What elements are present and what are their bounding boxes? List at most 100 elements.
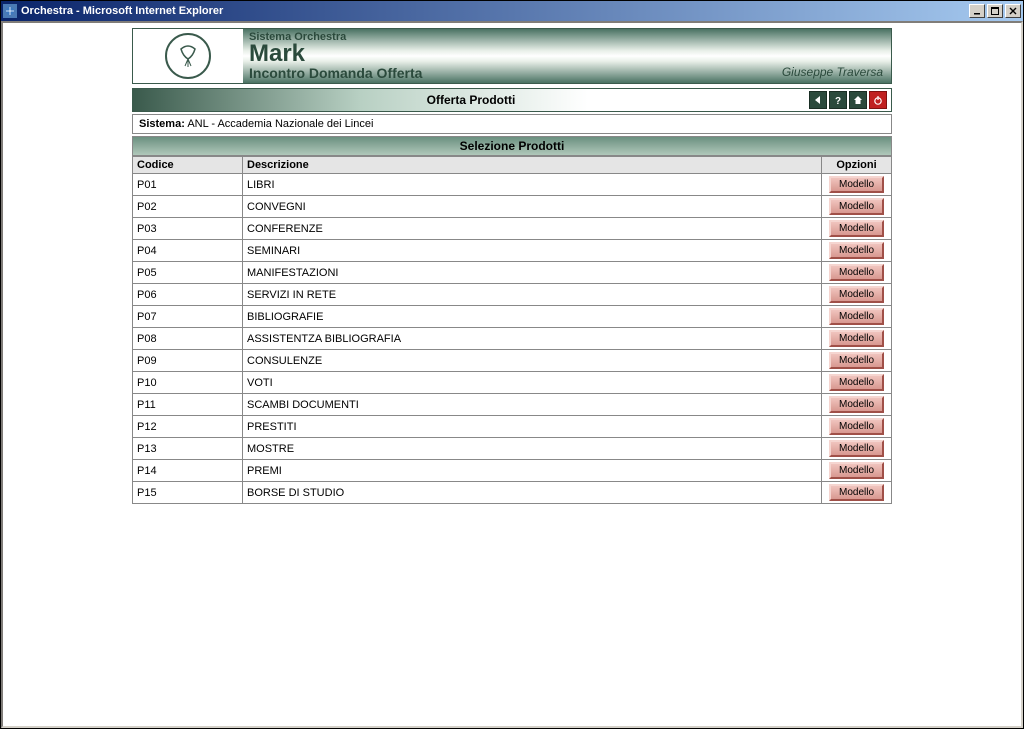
cell-opzioni: Modello bbox=[822, 218, 892, 240]
modello-button[interactable]: Modello bbox=[829, 176, 884, 193]
cell-descrizione: BORSE DI STUDIO bbox=[243, 482, 822, 504]
browser-window: Orchestra - Microsoft Internet Explorer bbox=[0, 0, 1024, 729]
table-row: P15BORSE DI STUDIO Modello bbox=[133, 482, 892, 504]
table-row: P01LIBRI Modello bbox=[133, 174, 892, 196]
selezione-bar: Selezione Prodotti bbox=[132, 136, 892, 156]
table-row: P03CONFERENZE Modello bbox=[133, 218, 892, 240]
cell-opzioni: Modello bbox=[822, 438, 892, 460]
cell-codice: P04 bbox=[133, 240, 243, 262]
sistema-row: Sistema: ANL - Accademia Nazionale dei L… bbox=[132, 114, 892, 134]
cell-opzioni: Modello bbox=[822, 196, 892, 218]
table-row: P10VOTI Modello bbox=[133, 372, 892, 394]
cell-codice: P03 bbox=[133, 218, 243, 240]
modello-button[interactable]: Modello bbox=[829, 220, 884, 237]
modello-button[interactable]: Modello bbox=[829, 264, 884, 281]
titlebar: Orchestra - Microsoft Internet Explorer bbox=[1, 1, 1023, 21]
cell-codice: P02 bbox=[133, 196, 243, 218]
table-row: P08ASSISTENTZA BIBLIOGRAFIA Modello bbox=[133, 328, 892, 350]
cell-codice: P11 bbox=[133, 394, 243, 416]
cell-opzioni: Modello bbox=[822, 460, 892, 482]
modello-button[interactable]: Modello bbox=[829, 352, 884, 369]
svg-text:?: ? bbox=[835, 96, 841, 106]
cell-opzioni: Modello bbox=[822, 306, 892, 328]
cell-codice: P07 bbox=[133, 306, 243, 328]
cell-descrizione: SERVIZI IN RETE bbox=[243, 284, 822, 306]
cell-codice: P01 bbox=[133, 174, 243, 196]
help-icon[interactable]: ? bbox=[829, 91, 847, 109]
cell-codice: P15 bbox=[133, 482, 243, 504]
modello-button[interactable]: Modello bbox=[829, 374, 884, 391]
cell-descrizione: VOTI bbox=[243, 372, 822, 394]
scroll-area[interactable]: Sistema Orchestra Mark Incontro Domanda … bbox=[3, 23, 1021, 726]
modello-button[interactable]: Modello bbox=[829, 440, 884, 457]
cell-codice: P09 bbox=[133, 350, 243, 372]
toolbar: ? bbox=[809, 91, 891, 109]
cell-opzioni: Modello bbox=[822, 262, 892, 284]
back-icon[interactable] bbox=[809, 91, 827, 109]
cell-opzioni: Modello bbox=[822, 240, 892, 262]
maximize-button[interactable] bbox=[987, 4, 1003, 18]
cell-opzioni: Modello bbox=[822, 284, 892, 306]
close-button[interactable] bbox=[1005, 4, 1021, 18]
content-area: Sistema Orchestra Mark Incontro Domanda … bbox=[1, 21, 1023, 728]
home-icon[interactable] bbox=[849, 91, 867, 109]
cell-codice: P14 bbox=[133, 460, 243, 482]
modello-button[interactable]: Modello bbox=[829, 242, 884, 259]
cell-descrizione: PRESTITI bbox=[243, 416, 822, 438]
modello-button[interactable]: Modello bbox=[829, 308, 884, 325]
cell-descrizione: ASSISTENTZA BIBLIOGRAFIA bbox=[243, 328, 822, 350]
cell-opzioni: Modello bbox=[822, 482, 892, 504]
window-title: Orchestra - Microsoft Internet Explorer bbox=[21, 5, 967, 17]
cell-descrizione: PREMI bbox=[243, 460, 822, 482]
header-text: Sistema Orchestra Mark Incontro Domanda … bbox=[243, 29, 891, 83]
logo-icon bbox=[165, 33, 211, 79]
col-opzioni: Opzioni bbox=[822, 157, 892, 174]
cell-opzioni: Modello bbox=[822, 350, 892, 372]
section-title: Offerta Prodotti bbox=[133, 93, 809, 107]
header-title: Mark bbox=[249, 43, 885, 65]
table-row: P14PREMI Modello bbox=[133, 460, 892, 482]
cell-descrizione: SEMINARI bbox=[243, 240, 822, 262]
header-banner: Sistema Orchestra Mark Incontro Domanda … bbox=[132, 28, 892, 84]
cell-descrizione: MANIFESTAZIONI bbox=[243, 262, 822, 284]
modello-button[interactable]: Modello bbox=[829, 330, 884, 347]
cell-opzioni: Modello bbox=[822, 328, 892, 350]
table-row: P04SEMINARI Modello bbox=[133, 240, 892, 262]
cell-codice: P10 bbox=[133, 372, 243, 394]
window-controls bbox=[967, 4, 1021, 18]
user-name: Giuseppe Traversa bbox=[782, 65, 883, 79]
table-row: P09CONSULENZE Modello bbox=[133, 350, 892, 372]
power-icon[interactable] bbox=[869, 91, 887, 109]
modello-button[interactable]: Modello bbox=[829, 198, 884, 215]
cell-descrizione: CONFERENZE bbox=[243, 218, 822, 240]
modello-button[interactable]: Modello bbox=[829, 484, 884, 501]
cell-descrizione: BIBLIOGRAFIE bbox=[243, 306, 822, 328]
cell-descrizione: LIBRI bbox=[243, 174, 822, 196]
cell-codice: P13 bbox=[133, 438, 243, 460]
cell-opzioni: Modello bbox=[822, 394, 892, 416]
minimize-button[interactable] bbox=[969, 4, 985, 18]
table-row: P11SCAMBI DOCUMENTI Modello bbox=[133, 394, 892, 416]
col-descrizione: Descrizione bbox=[243, 157, 822, 174]
modello-button[interactable]: Modello bbox=[829, 396, 884, 413]
products-table: Codice Descrizione Opzioni P01LIBRI Model… bbox=[132, 156, 892, 504]
modello-button[interactable]: Modello bbox=[829, 418, 884, 435]
cell-opzioni: Modello bbox=[822, 174, 892, 196]
cell-descrizione: SCAMBI DOCUMENTI bbox=[243, 394, 822, 416]
page: Sistema Orchestra Mark Incontro Domanda … bbox=[132, 23, 892, 504]
cell-descrizione: CONSULENZE bbox=[243, 350, 822, 372]
cell-opzioni: Modello bbox=[822, 416, 892, 438]
col-codice: Codice bbox=[133, 157, 243, 174]
table-row: P02CONVEGNI Modello bbox=[133, 196, 892, 218]
cell-opzioni: Modello bbox=[822, 372, 892, 394]
cell-codice: P06 bbox=[133, 284, 243, 306]
modello-button[interactable]: Modello bbox=[829, 462, 884, 479]
section-bar: Offerta Prodotti ? bbox=[132, 88, 892, 112]
logo-area bbox=[133, 29, 243, 83]
modello-button[interactable]: Modello bbox=[829, 286, 884, 303]
table-row: P07BIBLIOGRAFIE Modello bbox=[133, 306, 892, 328]
cell-descrizione: CONVEGNI bbox=[243, 196, 822, 218]
cell-codice: P08 bbox=[133, 328, 243, 350]
cell-codice: P12 bbox=[133, 416, 243, 438]
table-row: P05MANIFESTAZIONIModello bbox=[133, 262, 892, 284]
